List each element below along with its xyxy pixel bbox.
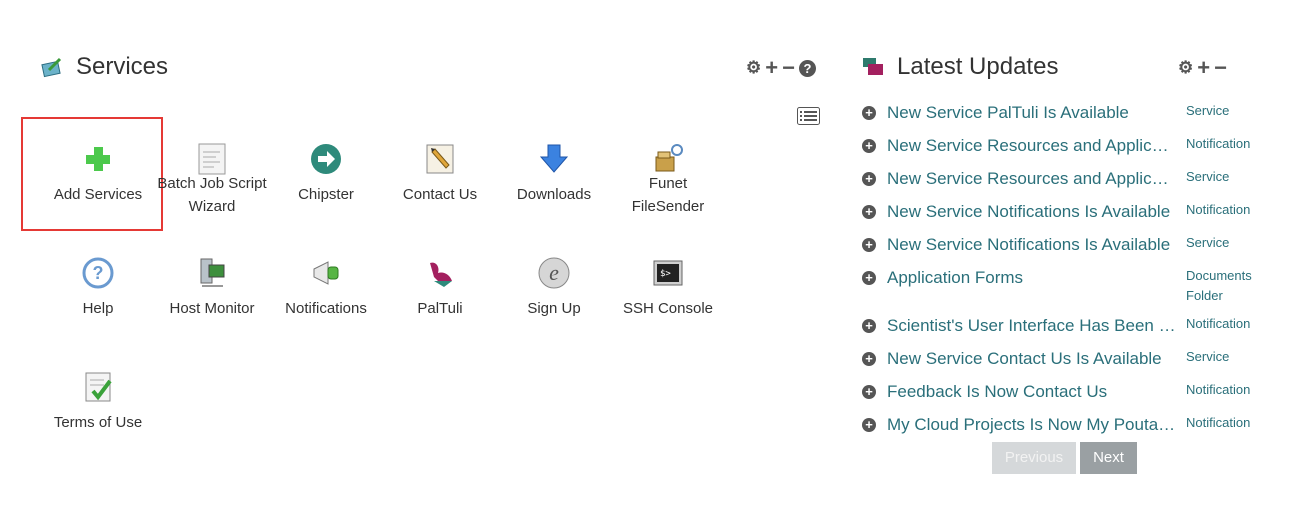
update-type: Service [1186, 235, 1230, 250]
updates-minimize-icon[interactable]: − [1214, 57, 1227, 79]
updates-title: Latest Updates [897, 53, 1059, 80]
update-title-link[interactable]: Scientist's User Interface Has Been Upda… [887, 316, 1177, 336]
expand-icon[interactable]: + [862, 238, 876, 252]
service-downloads[interactable]: Downloads [497, 143, 611, 206]
next-button[interactable]: Next [1080, 442, 1137, 474]
expand-icon[interactable]: + [862, 271, 876, 285]
updates-portlet-icon [863, 58, 883, 75]
paltuli-icon [430, 262, 452, 287]
services-minimize-icon[interactable]: − [782, 57, 795, 79]
service-terms-of-use[interactable]: Terms of Use [41, 371, 155, 434]
host-monitor-icon [200, 258, 225, 287]
update-title-link[interactable]: New Service Resources and Applications I… [887, 169, 1177, 189]
service-paltuli[interactable]: PalTuli [383, 257, 497, 320]
update-type: Documents Folder [1186, 268, 1252, 303]
terminal-icon: $> [653, 260, 683, 286]
services-title: Services [76, 53, 169, 80]
expand-icon[interactable]: + [862, 205, 876, 219]
update-type: Service [1186, 103, 1230, 118]
service-batch-job-script-wizard[interactable]: Batch Job Script Wizard [155, 143, 269, 218]
svg-text:$>: $> [660, 269, 671, 279]
help-icon: ? [82, 257, 114, 289]
update-type: Notification [1186, 316, 1251, 331]
update-title-link[interactable]: My Cloud Projects Is Now My Pouta Projec… [887, 415, 1177, 435]
previous-button[interactable]: Previous [992, 442, 1076, 474]
expand-icon[interactable]: + [862, 106, 876, 120]
service-ssh-console[interactable]: $> SSH Console [611, 257, 725, 320]
update-type: Notification [1186, 382, 1251, 397]
update-title-link[interactable]: New Service PalTuli Is Available [887, 103, 1177, 123]
list-view-icon[interactable] [797, 107, 820, 125]
filesender-icon [655, 144, 683, 172]
services-help-icon[interactable]: ? [798, 59, 816, 77]
update-title-link[interactable]: New Service Notifications Is Available [887, 202, 1177, 222]
services-controls: ⚙ + − ? [746, 57, 816, 79]
service-notifications[interactable]: Notifications [269, 257, 383, 320]
svg-text:?: ? [93, 263, 104, 283]
expand-icon[interactable]: + [862, 139, 876, 153]
update-type: Service [1186, 349, 1230, 364]
svg-text:e: e [549, 260, 559, 285]
update-type: Notification [1186, 415, 1251, 430]
chipster-arrow-icon [311, 144, 341, 174]
service-sign-up[interactable]: e Sign Up [497, 257, 611, 320]
update-title-link[interactable]: Feedback Is Now Contact Us [887, 382, 1177, 402]
update-title-link[interactable]: New Service Contact Us Is Available [887, 349, 1177, 369]
updates-settings-icon[interactable]: ⚙ [1178, 58, 1193, 78]
updates-controls: ⚙ + − [1178, 57, 1227, 79]
service-add-services[interactable]: Add Services [41, 143, 155, 206]
service-funet-filesender[interactable]: Funet FileSender [611, 143, 725, 218]
megaphone-icon [313, 261, 339, 285]
services-portlet-icon [41, 57, 62, 78]
services-add-icon[interactable]: + [765, 57, 778, 79]
expand-icon[interactable]: + [862, 418, 876, 432]
script-icon [198, 143, 226, 175]
services-settings-icon[interactable]: ⚙ [746, 58, 761, 78]
service-contact-us[interactable]: Contact Us [383, 143, 497, 206]
download-arrow-icon [539, 144, 569, 173]
service-host-monitor[interactable]: Host Monitor [155, 257, 269, 320]
expand-icon[interactable]: + [862, 352, 876, 366]
expand-icon[interactable]: + [862, 385, 876, 399]
service-help[interactable]: ? Help [41, 257, 155, 320]
service-chipster[interactable]: Chipster [269, 143, 383, 206]
expand-icon[interactable]: + [862, 172, 876, 186]
contact-pen-icon [426, 144, 454, 174]
update-type: Service [1186, 169, 1230, 184]
update-title-link[interactable]: New Service Notifications Is Available [887, 235, 1177, 255]
plus-icon [86, 147, 110, 171]
update-type: Notification [1186, 136, 1251, 151]
signup-e-icon: e [538, 257, 570, 289]
updates-add-icon[interactable]: + [1197, 57, 1210, 79]
expand-icon[interactable]: + [862, 319, 876, 333]
checklist-icon [85, 372, 112, 402]
update-type: Notification [1186, 202, 1251, 217]
update-title-link[interactable]: Application Forms [887, 268, 1177, 288]
update-title-link[interactable]: New Service Resources and Applications I… [887, 136, 1177, 156]
